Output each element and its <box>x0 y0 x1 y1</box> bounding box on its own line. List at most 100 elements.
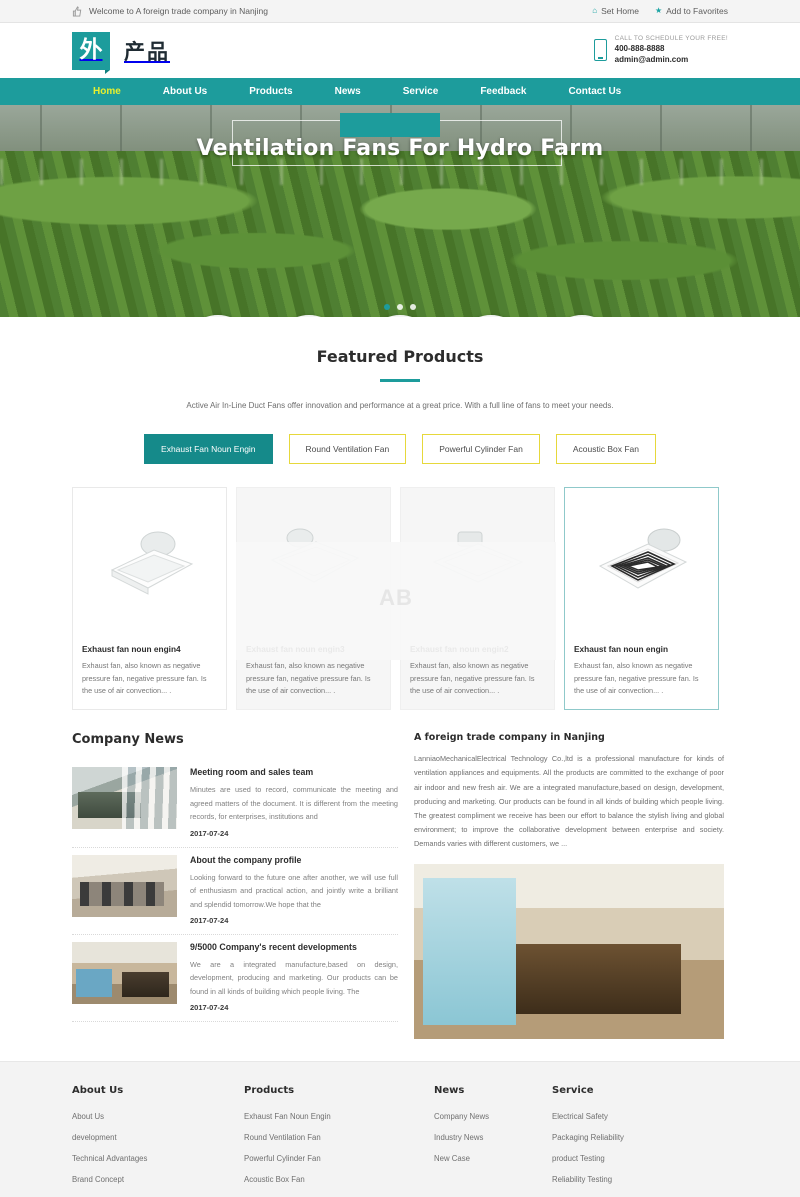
about-title: A foreign trade company in Nanjing <box>414 732 605 744</box>
banner-product-circles: Mixed-Flow Inline Fan Inline Duct Fan <box>0 315 800 317</box>
brand-name: 产品 <box>124 39 170 64</box>
footer-link[interactable]: Company News <box>434 1112 552 1121</box>
banner-circle-item[interactable]: Hydroponics Inline Fan <box>363 315 437 317</box>
footer-column-title: About Us <box>72 1084 124 1096</box>
news-item-desc: Minutes are used to record, communicate … <box>190 785 398 822</box>
company-news-column: Company News Meeting room and sales team… <box>72 732 398 1039</box>
banner-dot[interactable] <box>397 304 403 310</box>
tab-round-ventilation-fan[interactable]: Round Ventilation Fan <box>288 433 407 464</box>
site-footer: About Us About Us development Technical … <box>0 1060 800 1197</box>
product-title: Exhaust fan noun engin3 <box>246 643 345 654</box>
featured-title: Featured Products <box>316 347 484 366</box>
thumbs-up-icon <box>72 5 83 17</box>
product-card-selected[interactable]: Exhaust fan noun engin Exhaust fan, also… <box>564 486 719 711</box>
banner-title-tab <box>340 113 440 137</box>
product-card[interactable]: Exhaust fan noun engin3 Exhaust fan, als… <box>236 486 391 711</box>
banner-circle-item[interactable]: Mixed-Flow Inline Fan <box>181 315 255 317</box>
main-navigation: Home About Us Products News Service Feed… <box>0 78 800 105</box>
hero-banner[interactable]: Ventilation Fans For Hydro Farm Mixed-Fl… <box>0 105 800 317</box>
nav-item-products[interactable]: Products <box>228 78 313 105</box>
product-desc: Exhaust fan, also known as negative pres… <box>574 660 699 696</box>
news-item[interactable]: 9/5000 Company's recent developments We … <box>72 935 398 1023</box>
header-contact: CALL TO SCHEDULE YOUR FREE! 400-888-8888… <box>593 35 728 65</box>
news-item-title: About the company profile <box>190 854 302 865</box>
news-thumbnail <box>72 767 177 830</box>
nav-item-news[interactable]: News <box>314 78 382 105</box>
about-company-column: A foreign trade company in Nanjing Lanni… <box>414 732 724 1039</box>
featured-products-section: Featured Products Active Air In-Line Duc… <box>0 317 800 464</box>
product-title: Exhaust fan noun engin4 <box>82 643 181 654</box>
nav-item-service[interactable]: Service <box>382 78 460 105</box>
footer-link[interactable]: development <box>72 1133 244 1142</box>
brand-logo[interactable]: 外 产品 <box>72 31 170 74</box>
set-home-link[interactable]: ⌂ Set Home <box>592 6 639 16</box>
ceiling-exhaust-fan-icon <box>110 531 193 595</box>
set-home-label: Set Home <box>601 6 639 16</box>
featured-tabs: Exhaust Fan Noun Engin Round Ventilation… <box>72 433 728 464</box>
product-card[interactable]: Exhaust fan noun engin4 Exhaust fan, als… <box>72 486 227 711</box>
welcome-text: Welcome to A foreign trade company in Na… <box>89 6 268 16</box>
footer-link[interactable]: Electrical Safety <box>552 1112 624 1121</box>
news-item[interactable]: Meeting room and sales team Minutes are … <box>72 760 398 848</box>
banner-title-text: Ventilation Fans For Hydro Farm <box>184 136 616 161</box>
news-thumbnail <box>72 942 177 1004</box>
banner-circle-item[interactable]: Inline Duct Fan <box>272 315 346 317</box>
banner-dot[interactable] <box>410 304 416 310</box>
banner-circle-item[interactable]: Hydroponics Ventilation Fan <box>454 315 528 317</box>
tab-powerful-cylinder-fan[interactable]: Powerful Cylinder Fan <box>422 433 540 464</box>
footer-link[interactable]: Round Ventilation Fan <box>244 1133 434 1142</box>
footer-link[interactable]: Exhaust Fan Noun Engin <box>244 1112 434 1121</box>
featured-divider <box>380 379 420 382</box>
call-prompt: CALL TO SCHEDULE YOUR FREE! <box>614 35 728 43</box>
footer-link[interactable]: Technical Advantages <box>72 1154 244 1163</box>
tab-exhaust-fan-noun-engin[interactable]: Exhaust Fan Noun Engin <box>144 433 273 464</box>
footer-link[interactable]: product Testing <box>552 1154 624 1163</box>
ceiling-exhaust-fan-icon <box>432 531 523 583</box>
banner-title: Ventilation Fans For Hydro Farm <box>0 136 800 161</box>
news-item-date: 2017-07-24 <box>190 916 229 925</box>
footer-link[interactable]: Acoustic Box Fan <box>244 1175 434 1184</box>
nav-item-contact-us[interactable]: Contact Us <box>547 78 642 105</box>
news-item-date: 2017-07-24 <box>190 828 229 838</box>
product-desc: Exhaust fan, also known as negative pres… <box>82 660 207 696</box>
footer-link[interactable]: Packaging Reliability <box>552 1133 624 1142</box>
product-desc: Exhaust fan, also known as negative pres… <box>246 660 371 696</box>
product-card[interactable]: Exhaust fan noun engin2 Exhaust fan, als… <box>400 486 555 711</box>
product-desc: Exhaust fan, also known as negative pres… <box>410 660 535 696</box>
ceiling-exhaust-fan-grille-icon <box>598 528 687 589</box>
product-card-grid: Exhaust fan noun engin4 Exhaust fan, als… <box>0 464 800 711</box>
banner-circle-item[interactable]: Silence Hydroponics Fan <box>545 315 619 317</box>
footer-link[interactable]: Brand Concept <box>72 1175 244 1184</box>
footer-link[interactable]: Industry News <box>434 1133 552 1142</box>
page-root: Welcome to A foreign trade company in Na… <box>0 0 800 1197</box>
banner-dot[interactable] <box>384 304 390 310</box>
news-item[interactable]: About the company profile Looking forwar… <box>72 848 398 935</box>
logo-mark-icon: 外 <box>72 31 110 74</box>
ceiling-exhaust-fan-icon <box>270 528 359 583</box>
product-image <box>565 488 718 640</box>
footer-link[interactable]: About Us <box>72 1112 244 1121</box>
nav-item-home[interactable]: Home <box>72 78 142 105</box>
footer-column-title: Service <box>552 1084 594 1096</box>
product-image <box>401 488 554 640</box>
tab-acoustic-box-fan[interactable]: Acoustic Box Fan <box>555 433 656 464</box>
footer-column-news: News Company News Industry News New Case <box>434 1085 552 1196</box>
top-actions: ⌂ Set Home ★ Add to Favorites <box>592 6 728 16</box>
add-favorites-link[interactable]: ★ Add to Favorites <box>655 6 728 16</box>
footer-column-about-us: About Us About Us development Technical … <box>72 1085 244 1196</box>
footer-link[interactable]: Reliability Testing <box>552 1175 624 1184</box>
product-image <box>73 488 226 640</box>
footer-link[interactable]: New Case <box>434 1154 552 1163</box>
top-utility-bar: Welcome to A foreign trade company in Na… <box>0 0 800 23</box>
product-title: Exhaust fan noun engin <box>574 643 669 654</box>
news-item-title: Meeting room and sales team <box>190 767 314 778</box>
footer-link[interactable]: Powerful Cylinder Fan <box>244 1154 434 1163</box>
site-header: 外 产品 CALL TO SCHEDULE YOUR FREE! 400-888… <box>0 23 800 78</box>
featured-subtitle: Active Air In-Line Duct Fans offer innov… <box>186 401 614 410</box>
nav-item-feedback[interactable]: Feedback <box>459 78 547 105</box>
footer-column-title: Products <box>244 1084 295 1096</box>
about-image <box>414 863 724 1039</box>
footer-column-title: News <box>434 1084 465 1096</box>
nav-item-about-us[interactable]: About Us <box>142 78 228 105</box>
star-icon: ★ <box>654 6 663 15</box>
